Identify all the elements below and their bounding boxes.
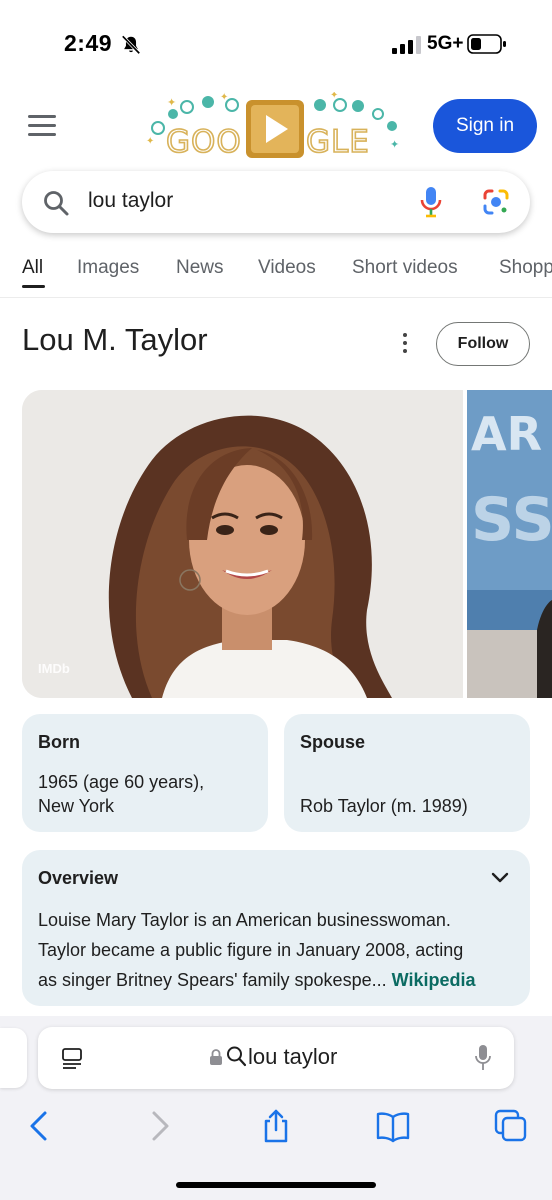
- mic-icon[interactable]: [474, 1044, 492, 1072]
- chevron-down-icon[interactable]: [490, 868, 510, 888]
- svg-text:✦: ✦: [330, 92, 338, 101]
- portrait-image: [22, 390, 463, 698]
- svg-text:✦: ✦: [390, 138, 399, 151]
- lens-icon[interactable]: [482, 188, 510, 216]
- overview-label: Overview: [38, 868, 119, 888]
- tab-all[interactable]: All: [22, 257, 43, 279]
- fact-value-line: 1965 (age 60 years),: [38, 772, 205, 792]
- overview-line: Taylor became a public figure in January…: [38, 940, 464, 960]
- home-indicator: [176, 1182, 376, 1188]
- svg-text:✦: ✦: [146, 136, 154, 147]
- search-bar[interactable]: lou taylor: [22, 171, 530, 233]
- bell-slash-icon: [121, 35, 141, 55]
- fact-card-born[interactable]: Born 1965 (age 60 years), New York: [22, 714, 268, 832]
- tab-shopping[interactable]: Shopp: [499, 257, 552, 279]
- address-text: lou taylor: [248, 1044, 338, 1069]
- overview-line: Louise Mary Taylor is an American busine…: [38, 910, 451, 930]
- tab-images[interactable]: Images: [77, 257, 139, 279]
- share-icon[interactable]: [258, 1108, 294, 1144]
- tabs-icon[interactable]: [493, 1108, 529, 1144]
- bookmarks-icon[interactable]: [375, 1108, 411, 1144]
- secondary-image: AR SS: [467, 390, 552, 698]
- back-icon[interactable]: [22, 1108, 58, 1144]
- fact-card-spouse[interactable]: Spouse Rob Taylor (m. 1989): [284, 714, 530, 832]
- tab-short-videos[interactable]: Short videos: [352, 257, 458, 279]
- follow-button[interactable]: Follow: [436, 322, 530, 366]
- photo-source-label: IMDb: [38, 661, 70, 676]
- fact-value: 1965 (age 60 years), New York: [38, 770, 204, 818]
- status-time: 2:49: [64, 30, 113, 56]
- reader-icon[interactable]: [60, 1046, 84, 1070]
- wikipedia-link[interactable]: Wikipedia: [392, 970, 476, 990]
- svg-text:SS: SS: [471, 485, 552, 555]
- safari-toolbar: lou taylor: [0, 1016, 552, 1200]
- hamburger-icon[interactable]: [28, 115, 56, 137]
- fact-value: Rob Taylor (m. 1989): [300, 794, 468, 818]
- svg-text:GLE: GLE: [306, 124, 370, 160]
- previous-tab-preview[interactable]: [0, 1028, 27, 1088]
- signal-icon: [392, 36, 421, 54]
- mic-icon[interactable]: [418, 186, 444, 218]
- search-icon: [44, 191, 69, 216]
- profile-photo[interactable]: IMDb: [22, 390, 463, 698]
- svg-text:✦: ✦: [220, 92, 228, 103]
- address-bar[interactable]: lou taylor: [38, 1027, 514, 1089]
- battery-icon: [467, 34, 506, 54]
- fact-label: Born: [38, 732, 80, 752]
- fact-value-line: New York: [38, 796, 115, 816]
- svg-text:✦: ✦: [167, 96, 176, 109]
- svg-text:GOO: GOO: [166, 124, 242, 160]
- overview-card[interactable]: Overview Louise Mary Taylor is an Americ…: [22, 850, 530, 1006]
- search-input[interactable]: lou taylor: [88, 189, 173, 213]
- active-tab-indicator: [22, 285, 45, 288]
- fact-value-line: Rob Taylor (m. 1989): [300, 796, 468, 816]
- sign-in-button[interactable]: Sign in: [433, 99, 537, 153]
- knowledge-panel-title: Lou M. Taylor: [22, 322, 208, 357]
- more-options-icon[interactable]: [398, 333, 412, 357]
- google-doodle-logo[interactable]: ✦ ✦ ✦ ✦ ✦ GOO GLE: [140, 92, 410, 162]
- status-bar: 2:49 5G+: [0, 0, 552, 88]
- overview-line-last: as singer Britney Spears' family spokesp…: [38, 965, 518, 995]
- forward-icon[interactable]: [141, 1108, 177, 1144]
- tab-videos[interactable]: Videos: [258, 257, 316, 279]
- overview-line: as singer Britney Spears' family spokesp…: [38, 970, 372, 990]
- network-type: 5G+: [427, 33, 464, 54]
- lock-icon: [210, 1049, 222, 1065]
- search-icon: [227, 1046, 246, 1067]
- ellipsis: ...: [371, 970, 387, 990]
- overview-text: Louise Mary Taylor is an American busine…: [38, 905, 518, 995]
- tab-news[interactable]: News: [176, 257, 224, 279]
- fact-label: Spouse: [300, 732, 366, 752]
- secondary-photo[interactable]: AR SS: [467, 390, 552, 698]
- svg-text:AR: AR: [471, 407, 542, 461]
- search-tabs: All Images News Videos Short videos Shop…: [0, 254, 552, 298]
